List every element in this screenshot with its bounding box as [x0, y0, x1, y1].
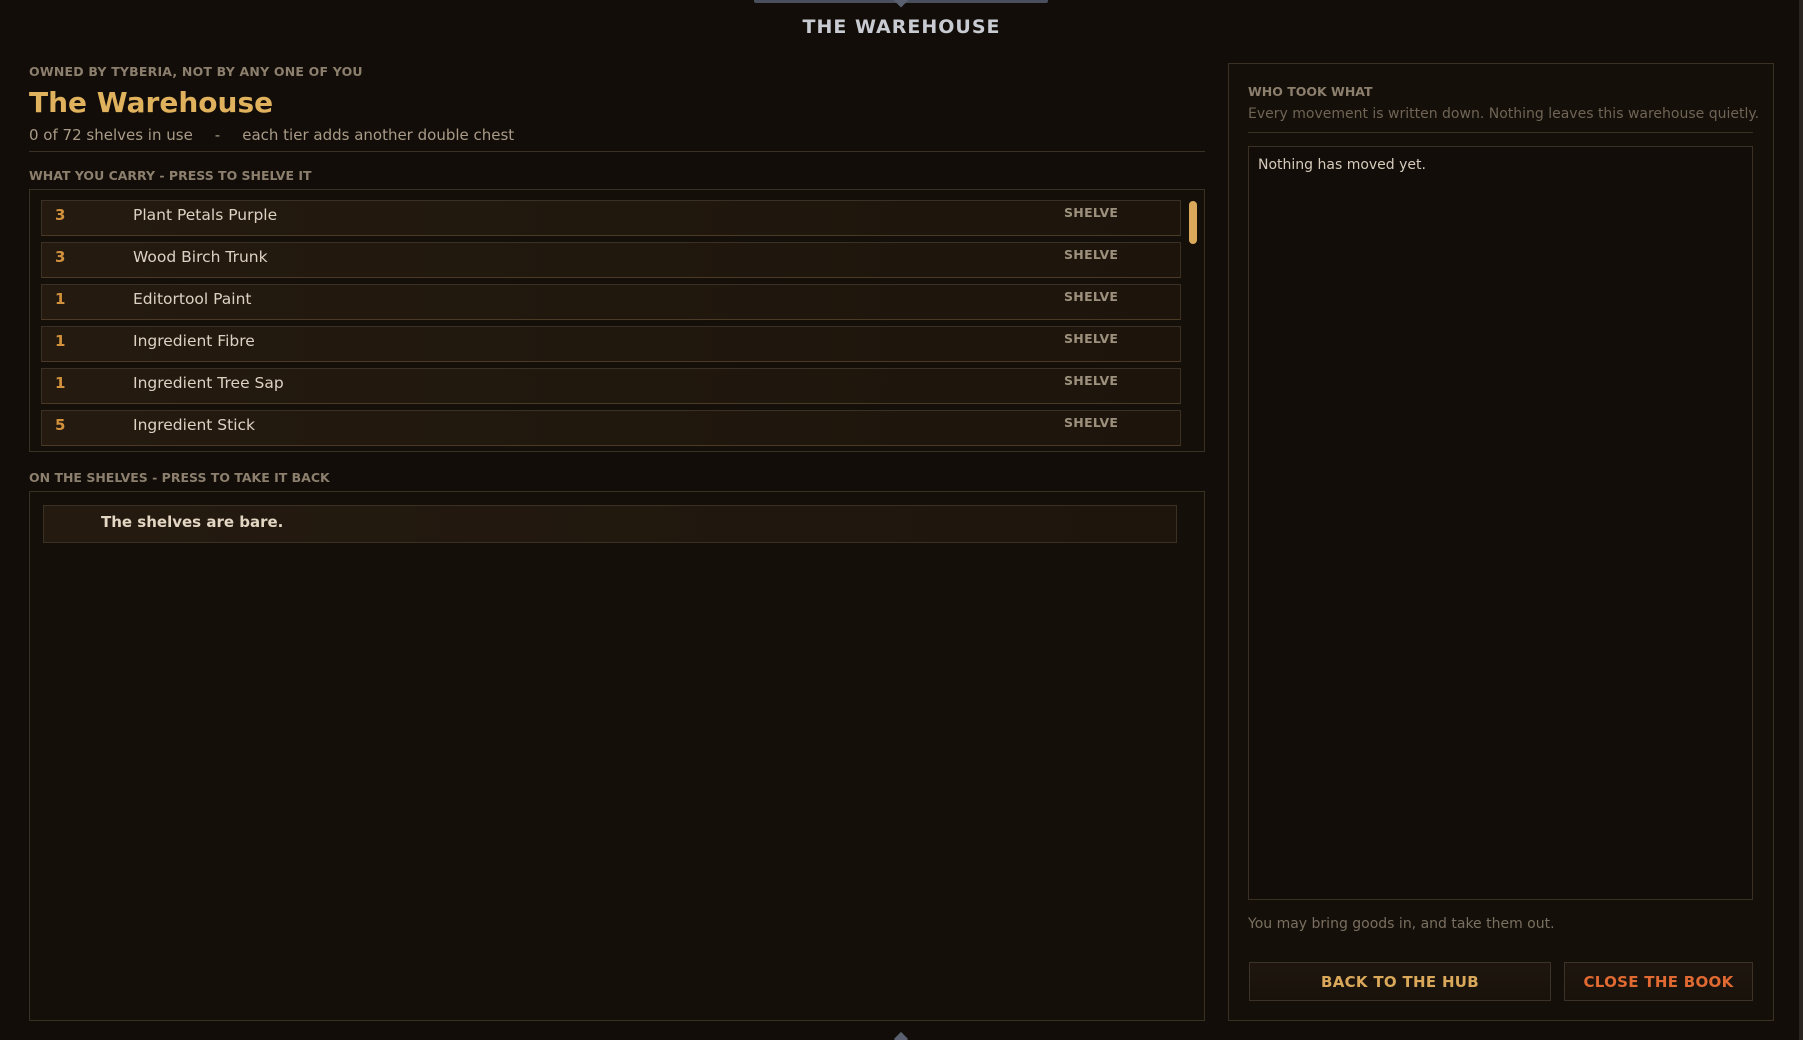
- item-quantity: 1: [55, 374, 66, 392]
- item-name: Ingredient Tree Sap: [133, 374, 284, 392]
- shelve-button[interactable]: SHELVE: [1064, 331, 1118, 346]
- window-edge: [1799, 0, 1803, 1040]
- permission-text: You may bring goods in, and take them ou…: [1248, 916, 1555, 932]
- carry-item-row[interactable]: 1 Ingredient Tree Sap SHELVE: [41, 368, 1181, 404]
- carry-list: 3 Plant Petals Purple SHELVE 3 Wood Birc…: [29, 189, 1205, 452]
- log-title: WHO TOOK WHAT: [1248, 84, 1373, 99]
- item-quantity: 3: [55, 206, 66, 224]
- capacity-line: 0 of 72 shelves in use - each tier adds an…: [29, 126, 536, 144]
- capacity-count: 0 of 72 shelves in use: [29, 126, 193, 144]
- empty-shelves-text: The shelves are bare.: [101, 513, 284, 531]
- shelve-button[interactable]: SHELVE: [1064, 373, 1118, 388]
- window-title: THE WAREHOUSE: [802, 16, 1001, 38]
- item-quantity: 3: [55, 248, 66, 266]
- close-book-button[interactable]: CLOSE THE BOOK: [1564, 962, 1753, 1001]
- item-name: Plant Petals Purple: [133, 206, 278, 224]
- carry-scrollbar[interactable]: [1189, 201, 1197, 244]
- carry-section-label: WHAT YOU CARRY - PRESS TO SHELVE IT: [29, 168, 312, 183]
- empty-shelves-message: The shelves are bare.: [43, 505, 1177, 543]
- item-name: Editortool Paint: [133, 290, 252, 308]
- item-quantity: 1: [55, 332, 66, 350]
- log-divider: [1248, 132, 1753, 133]
- header-divider: [29, 151, 1205, 152]
- shelves-list: The shelves are bare.: [29, 491, 1205, 1021]
- shelve-button[interactable]: SHELVE: [1064, 205, 1118, 220]
- owner-line: OWNED BY TYBERIA, NOT BY ANY ONE OF YOU: [29, 64, 363, 79]
- item-name: Wood Birch Trunk: [133, 248, 268, 266]
- carry-item-row[interactable]: 1 Ingredient Fibre SHELVE: [41, 326, 1181, 362]
- carry-item-row[interactable]: 1 Editortool Paint SHELVE: [41, 284, 1181, 320]
- log-empty-text: Nothing has moved yet.: [1258, 157, 1426, 173]
- shelves-section-label: ON THE SHELVES - PRESS TO TAKE IT BACK: [29, 470, 330, 485]
- activity-log[interactable]: Nothing has moved yet.: [1248, 146, 1753, 900]
- item-name: Ingredient Fibre: [133, 332, 255, 350]
- item-name: Ingredient Stick: [133, 416, 256, 434]
- shelve-button[interactable]: SHELVE: [1064, 289, 1118, 304]
- item-quantity: 1: [55, 290, 66, 308]
- activity-log-panel: WHO TOOK WHAT Every movement is written …: [1228, 63, 1774, 1021]
- back-to-hub-button[interactable]: BACK TO THE HUB: [1249, 962, 1551, 1001]
- page-title: The Warehouse: [29, 86, 274, 119]
- carry-item-row[interactable]: 3 Plant Petals Purple SHELVE: [41, 200, 1181, 236]
- carry-item-row[interactable]: 5 Ingredient Stick SHELVE: [41, 410, 1181, 446]
- tier-note: each tier adds another double chest: [242, 126, 515, 144]
- carry-item-row[interactable]: 3 Wood Birch Trunk SHELVE: [41, 242, 1181, 278]
- capacity-separator: -: [214, 126, 221, 144]
- shelve-button[interactable]: SHELVE: [1064, 247, 1118, 262]
- log-subtitle: Every movement is written down. Nothing …: [1248, 106, 1760, 122]
- bottom-diamond-ornament: [893, 1031, 909, 1040]
- top-diamond-ornament: [892, 0, 910, 8]
- item-quantity: 5: [55, 416, 66, 434]
- shelve-button[interactable]: SHELVE: [1064, 415, 1118, 430]
